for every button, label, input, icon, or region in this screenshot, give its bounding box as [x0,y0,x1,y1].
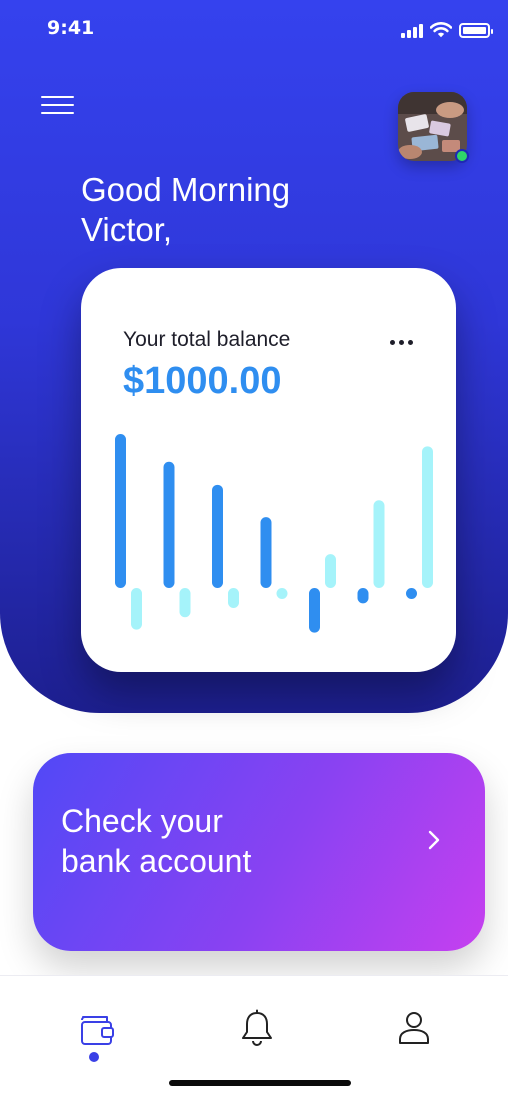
bottom-navigation [0,975,508,1100]
status-icons [401,22,493,38]
chart-bar-series-2-3 [228,588,239,609]
battery-icon [459,23,493,38]
chart-bar-series-2-7 [422,446,433,588]
greeting-line-1: Good Morning [81,171,291,208]
chart-bar-series-2-2 [179,588,191,618]
chart-bar-series-1-7 [406,588,417,599]
chart-bar-series-2-1 [131,588,142,630]
menu-button[interactable] [41,96,74,116]
hamburger-menu-icon [41,96,74,98]
active-tab-indicator [89,1052,99,1062]
bank-card-line-2: bank account [61,843,252,879]
bank-card-line-1: Check your [61,803,223,839]
nav-item-wallet[interactable] [77,1008,117,1048]
greeting-user-name: Victor, [81,211,173,248]
user-icon [399,1012,429,1044]
chart-bar-series-2-6 [373,500,385,588]
home-indicator [169,1080,351,1086]
check-bank-account-card[interactable]: Check your bank account [33,753,485,951]
chart-bar-series-1-4 [260,517,272,588]
chart-bar-series-1-5 [309,588,320,633]
bank-card-text: Check your bank account [61,801,251,881]
status-time: 9:41 [47,17,95,39]
balance-chart [115,434,433,633]
chart-bar-series-2-4 [276,588,288,599]
greeting: Good Morning Victor, [81,170,290,250]
signal-icon [401,24,423,38]
nav-item-profile[interactable] [394,1008,434,1048]
chart-bar-series-1-1 [115,434,126,588]
bell-icon [242,1009,272,1046]
chart-bar-series-1-3 [212,484,223,588]
wallet-icon [81,1016,114,1045]
wifi-icon [430,22,452,38]
chart-bar-series-1-2 [163,461,175,588]
chevron-right-icon[interactable] [427,829,441,851]
balance-card[interactable]: Your total balance $1000.00 [81,268,456,672]
online-status-dot [455,149,469,163]
chart-bar-series-2-5 [325,554,336,588]
chart-bar-series-1-6 [357,588,369,604]
nav-item-notifications[interactable] [237,1008,277,1048]
